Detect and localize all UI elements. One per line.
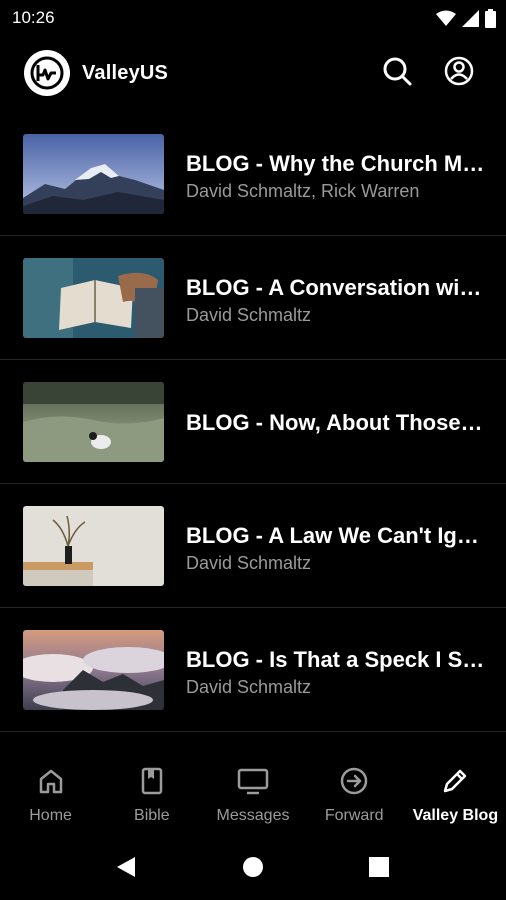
blog-title: BLOG - Why the Church M…: [186, 151, 485, 176]
bottom-navigation: Home Bible Messages Forward Valley Blog: [0, 752, 506, 838]
bible-icon: [137, 766, 167, 801]
vase-image: [23, 506, 164, 586]
blog-list: BLOG - Why the Church M… David Schmaltz,…: [0, 112, 506, 732]
valleyus-logo: [24, 50, 70, 96]
back-triangle-icon: [115, 855, 137, 884]
blog-title: BLOG - Now, About Those…: [186, 410, 483, 435]
nav-label: Messages: [216, 807, 290, 824]
nav-tab-messages[interactable]: Messages: [202, 752, 303, 838]
search-button[interactable]: [380, 56, 414, 90]
blog-item[interactable]: BLOG - Why the Church M… David Schmaltz,…: [0, 112, 506, 236]
status-icons: [436, 9, 496, 33]
nav-tab-bible[interactable]: Bible: [101, 752, 202, 838]
bible-reading-image: [23, 258, 164, 338]
account-icon: [444, 56, 474, 91]
blog-author: David Schmaltz: [186, 553, 312, 573]
arrow-circle-icon: [339, 766, 369, 801]
recents-square-icon: [368, 856, 390, 883]
search-icon: [382, 56, 412, 91]
blog-item[interactable]: BLOG - A Law We Can't Ig… David Schmaltz: [0, 484, 506, 608]
home-button[interactable]: [238, 854, 268, 884]
mountain-image: [23, 134, 164, 214]
nav-label: Home: [29, 807, 72, 824]
nav-tab-forward[interactable]: Forward: [304, 752, 405, 838]
blog-title: BLOG - A Conversation wit…: [186, 275, 486, 300]
blog-title: BLOG - Is That a Speck I S…: [186, 647, 485, 672]
blog-item[interactable]: BLOG - A Conversation wit… David Schmalt…: [0, 236, 506, 360]
account-button[interactable]: [442, 56, 476, 90]
monitor-icon: [237, 766, 269, 801]
home-icon: [36, 766, 66, 801]
signal-icon: [462, 10, 479, 32]
nav-tab-valley-blog[interactable]: Valley Blog: [405, 752, 506, 838]
app-bar: ValleyUS: [0, 44, 506, 106]
system-navigation-bar: [0, 838, 506, 900]
status-bar: 10:26: [0, 0, 506, 36]
blog-item[interactable]: BLOG - Now, About Those…: [0, 360, 506, 484]
nav-label: Bible: [134, 807, 170, 824]
blog-item[interactable]: BLOG - Is That a Speck I S… David Schmal…: [0, 608, 506, 732]
back-button[interactable]: [111, 854, 141, 884]
blog-author: David Schmaltz: [186, 305, 312, 325]
nav-tab-home[interactable]: Home: [0, 752, 101, 838]
wifi-icon: [436, 10, 456, 32]
nav-label: Forward: [324, 807, 384, 824]
app-title: ValleyUS: [82, 62, 169, 84]
blog-author: David Schmaltz, Rick Warren: [186, 181, 420, 201]
recents-button[interactable]: [364, 854, 394, 884]
battery-icon: [485, 9, 496, 33]
pencil-icon: [440, 766, 470, 801]
status-time: 10:26: [12, 8, 55, 27]
field-lamb-image: [23, 382, 164, 462]
blog-title: BLOG - A Law We Can't Ig…: [186, 523, 479, 548]
blog-author: David Schmaltz: [186, 677, 312, 697]
home-circle-icon: [241, 855, 265, 884]
nav-label: Valley Blog: [412, 807, 499, 824]
clouds-image: [23, 630, 164, 710]
